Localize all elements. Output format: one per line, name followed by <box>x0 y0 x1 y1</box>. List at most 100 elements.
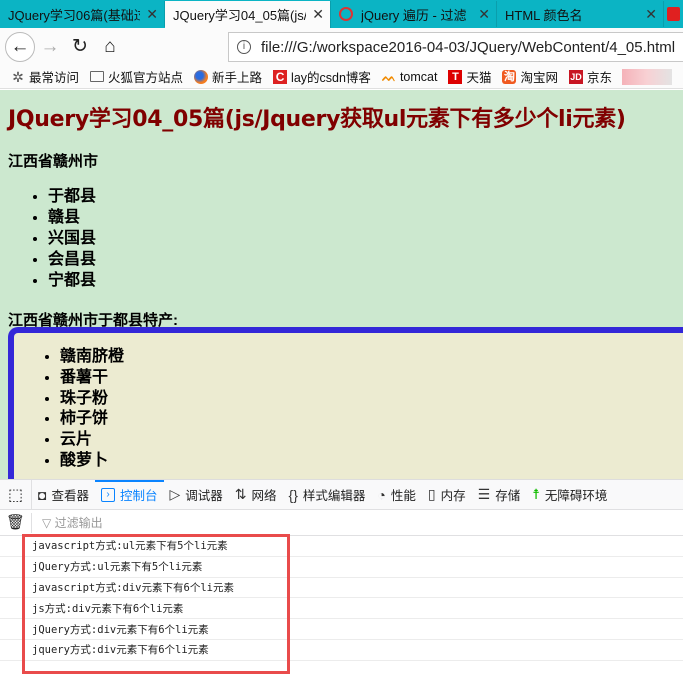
bookmark-label: 天猫 <box>466 71 492 85</box>
url-bar[interactable]: i file:///G:/workspace2016-04-03/JQuery/… <box>228 32 683 62</box>
devtools-panel: ⬚ ◘ 查看器 › 控制台 ▷ 调试器 ⇅ 网络 {} 样式编辑器 ◔ 性能 ▯ 内存 ☰ 存储… <box>0 479 683 674</box>
bookmark-item[interactable]: JD 京东 <box>568 67 612 86</box>
list-item: 酸萝卜 <box>60 451 124 472</box>
debugger-icon: ▷ <box>169 486 181 502</box>
storage-icon: ☰ <box>477 486 491 502</box>
close-icon[interactable]: ✕ <box>312 6 324 23</box>
tab-style-editor[interactable]: {} 样式编辑器 <box>283 480 372 510</box>
tab-label: 内存 <box>440 489 466 503</box>
tab-memory[interactable]: ▯ 内存 <box>422 480 472 510</box>
bookmarks-bar: ✲ 最常访问 火狐官方站点 新手上路 Clay的csdn博客 ᨓ tomcat T天… <box>0 65 683 89</box>
site-favicon-icon <box>667 7 680 21</box>
inspector-icon: ◘ <box>38 486 47 503</box>
forward-button[interactable]: → <box>35 32 65 62</box>
browser-tab-active[interactable]: JQuery学习04_05篇(js/J ✕ <box>165 1 331 28</box>
browser-tab[interactable]: JQuery学习06篇(基础过 ✕ <box>0 1 165 27</box>
list-item: 珠子粉 <box>60 389 124 410</box>
navigation-bar: ← → ↻ ⌂ i file:///G:/workspace2016-04-03… <box>0 28 683 65</box>
tab-network[interactable]: ⇅ 网络 <box>229 480 283 510</box>
gauge-icon: ◔ <box>377 486 386 503</box>
bookmark-label: 淘宝网 <box>520 71 558 85</box>
county-list: 于都县 赣县 兴国县 会昌县 宁都县 <box>48 186 96 291</box>
console-output: javascript方式:ul元素下有5个li元素 jQuery方式:ul元素下… <box>0 534 683 674</box>
bookmark-item[interactable]: 新手上路 <box>194 67 262 86</box>
filter-output-input[interactable]: ▽ 过滤输出 <box>42 514 103 531</box>
bookmark-item[interactable]: 淘淘宝网 <box>502 67 558 86</box>
list-item: 柿子饼 <box>60 409 124 430</box>
bookmark-label: 火狐官方站点 <box>108 71 184 85</box>
bookmark-item[interactable]: T 天猫 <box>448 67 491 86</box>
tab-storage[interactable]: ☰ 存储 <box>472 480 527 510</box>
close-icon[interactable]: ✕ <box>478 6 490 23</box>
devtools-toolbar: ⬚ ◘ 查看器 › 控制台 ▷ 调试器 ⇅ 网络 {} 样式编辑器 ◔ 性能 ▯ 内存 ☰ 存储… <box>0 479 683 510</box>
trash-icon[interactable]: 🗑 <box>0 512 32 533</box>
bookmark-label: 新手上路 <box>212 71 263 85</box>
console-log-row: javascript方式:ul元素下有5个li元素 <box>0 536 683 557</box>
close-icon[interactable]: ✕ <box>146 6 158 23</box>
browser-tab[interactable] <box>664 1 683 27</box>
tab-bar: JQuery学习06篇(基础过 ✕ JQuery学习04_05篇(js/J ✕ … <box>0 0 683 28</box>
console-icon: › <box>100 487 115 502</box>
bookmark-label: lay的csdn博客 <box>291 71 371 85</box>
filter-icon: ▽ <box>42 516 52 530</box>
tab-console[interactable]: › 控制台 <box>94 479 164 510</box>
list-item: 于都县 <box>48 186 96 207</box>
tab-label: 查看器 <box>51 489 89 503</box>
filter-placeholder: 过滤输出 <box>54 516 103 530</box>
blurred-bookmark <box>622 68 672 85</box>
firefox-icon <box>194 69 209 84</box>
network-icon: ⇅ <box>234 486 247 502</box>
tab-label: jQuery 遍历 - 过滤 <box>361 7 467 23</box>
bookmark-label: tomcat <box>399 69 438 84</box>
list-item: 会昌县 <box>48 249 96 270</box>
list-item: 云片 <box>60 430 124 451</box>
home-button[interactable]: ⌂ <box>95 32 125 62</box>
browser-tab[interactable]: HTML 颜色名 ✕ <box>497 1 664 27</box>
jquery-logo-icon <box>339 7 353 21</box>
page-title: JQuery学习04_05篇(js/Jquery获取ul元素下有多少个li元素) <box>8 107 626 132</box>
tab-inspector[interactable]: ◘ 查看器 <box>32 480 95 510</box>
tab-label: JQuery学习04_05篇(js/J <box>173 8 307 23</box>
bookmark-item[interactable]: Clay的csdn博客 <box>273 67 371 86</box>
back-button[interactable]: ← <box>5 31 35 62</box>
tab-label: JQuery学习06篇(基础过 <box>8 7 141 23</box>
tab-label: 控制台 <box>119 489 158 503</box>
braces-icon: {} <box>288 486 298 503</box>
specialty-box: 赣南脐橙 番薯干 珠子粉 柿子饼 云片 酸萝卜 <box>8 327 683 479</box>
csdn-icon: C <box>273 69 288 84</box>
list-item: 赣县 <box>48 207 96 228</box>
tmall-icon: T <box>448 69 463 84</box>
console-filter-bar: 🗑 ▽ 过滤输出 <box>0 510 683 536</box>
element-picker-icon[interactable]: ⬚ <box>0 479 32 510</box>
bookmark-item[interactable]: ᨓ tomcat <box>382 70 438 84</box>
console-log-row: jQuery方式:div元素下有6个li元素 <box>0 619 683 640</box>
tab-accessibility[interactable]: ☨ 无障碍环境 <box>526 480 613 510</box>
console-log-row: jquery方式:div元素下有6个li元素 <box>0 640 683 661</box>
tab-performance[interactable]: ◔ 性能 <box>371 480 421 510</box>
info-icon[interactable]: i <box>237 40 251 54</box>
console-log-row: js方式:div元素下有6个li元素 <box>0 598 683 620</box>
url-text: file:///G:/workspace2016-04-03/JQuery/We… <box>261 38 676 56</box>
tab-label: 网络 <box>251 489 277 503</box>
taobao-icon: 淘 <box>502 69 517 84</box>
folder-icon <box>90 71 105 82</box>
product-list: 赣南脐橙 番薯干 珠子粉 柿子饼 云片 酸萝卜 <box>60 347 124 472</box>
tab-label: 性能 <box>390 489 416 503</box>
console-log-row: jQuery方式:ul元素下有5个li元素 <box>0 557 683 578</box>
browser-tab[interactable]: jQuery 遍历 - 过滤 ✕ <box>331 1 497 27</box>
tab-debugger[interactable]: ▷ 调试器 <box>164 480 229 510</box>
list-item: 番薯干 <box>60 368 124 389</box>
jd-icon: JD <box>568 69 583 84</box>
close-icon[interactable]: ✕ <box>645 6 657 23</box>
page-content: JQuery学习04_05篇(js/Jquery获取ul元素下有多少个li元素)… <box>0 90 683 479</box>
console-log-row: javascript方式:div元素下有6个li元素 <box>0 578 683 599</box>
bookmark-item[interactable]: 火狐官方站点 <box>90 67 183 86</box>
bookmark-item[interactable]: ✲ 最常访问 <box>11 67 79 86</box>
city-heading: 江西省赣州市 <box>8 153 99 170</box>
tab-label: HTML 颜色名 <box>505 7 583 23</box>
tab-label: 调试器 <box>185 489 223 503</box>
bookmark-label: 京东 <box>586 71 612 85</box>
tab-label: 样式编辑器 <box>302 489 366 503</box>
bookmark-label: 最常访问 <box>29 71 80 85</box>
reload-button[interactable]: ↻ <box>65 32 95 62</box>
